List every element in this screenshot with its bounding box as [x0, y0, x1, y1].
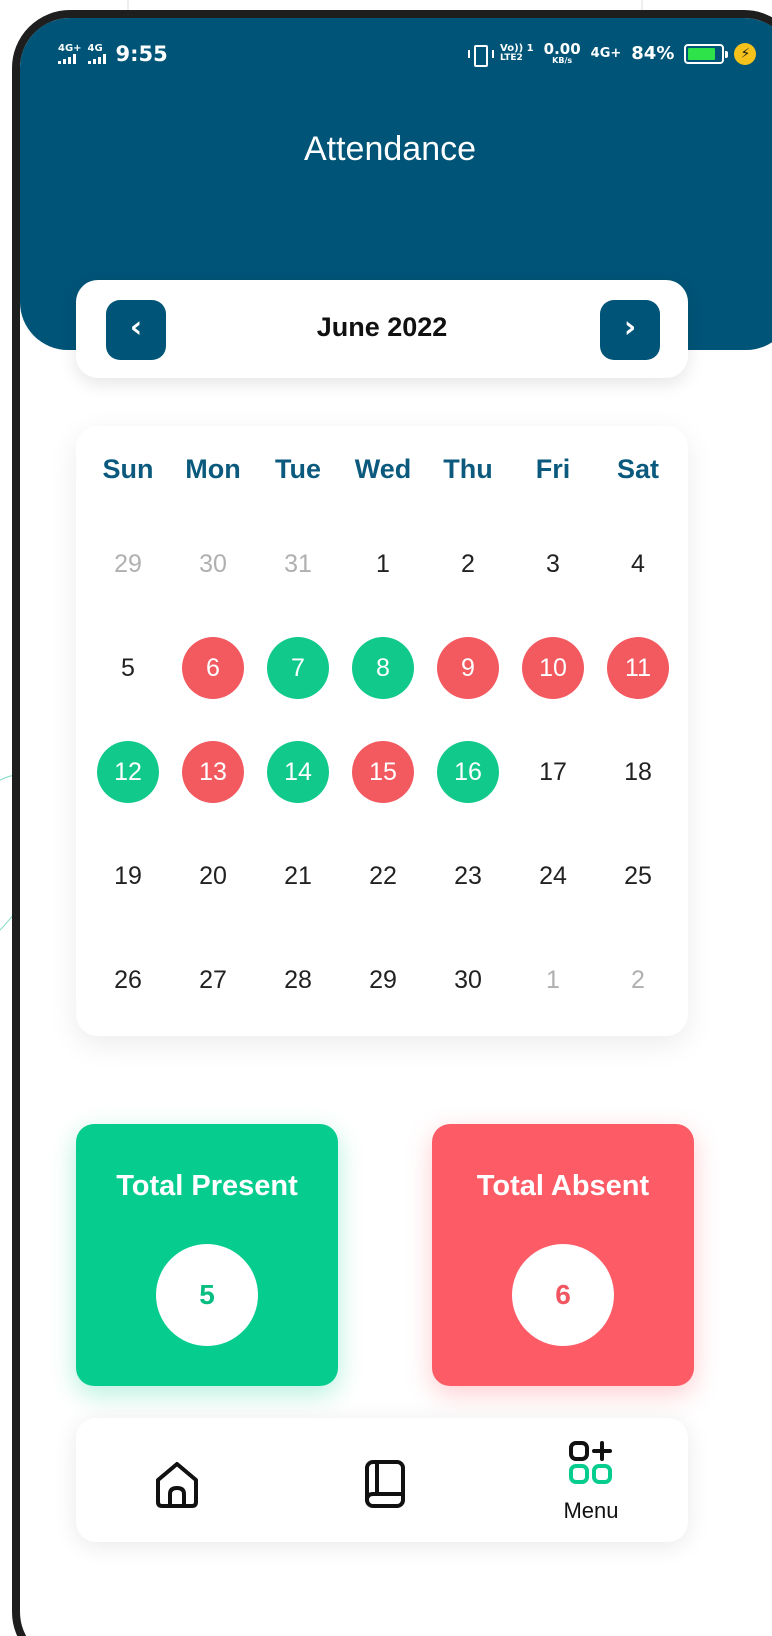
- nav-book-button[interactable]: [363, 1458, 407, 1510]
- day-present[interactable]: 14: [267, 741, 329, 803]
- status-right: Vo)) 1 LTE2 0.00 KB/s 4G+ 84% ⚡: [468, 40, 757, 67]
- weekday-label: Fri: [535, 454, 571, 484]
- day[interactable]: 2: [437, 533, 499, 595]
- day-absent[interactable]: 6: [182, 637, 244, 699]
- signal-icon: 4G: [87, 43, 106, 64]
- day[interactable]: 30: [437, 949, 499, 1011]
- day-outside-month[interactable]: 31: [267, 533, 329, 595]
- day-absent[interactable]: 15: [352, 741, 414, 803]
- nav-menu-button[interactable]: Menu: [546, 1440, 636, 1526]
- status-left: 4G+ 4G 9:55: [58, 42, 168, 66]
- day-absent[interactable]: 9: [437, 637, 499, 699]
- month-selector: ‹ June 2022 ›: [76, 280, 688, 378]
- day[interactable]: 24: [522, 845, 584, 907]
- battery-icon: [684, 43, 729, 64]
- day-absent[interactable]: 10: [522, 637, 584, 699]
- total-absent-card: Total Absent 6: [432, 1124, 694, 1386]
- day[interactable]: 26: [97, 949, 159, 1011]
- total-present-card: Total Present 5: [76, 1124, 338, 1386]
- total-absent-label: Total Absent: [476, 1170, 650, 1202]
- day[interactable]: 4: [607, 533, 669, 595]
- day[interactable]: 3: [522, 533, 584, 595]
- total-present-label: Total Present: [116, 1170, 298, 1202]
- day-present[interactable]: 7: [267, 637, 329, 699]
- day[interactable]: 28: [267, 949, 329, 1011]
- day[interactable]: 5: [97, 637, 159, 699]
- network-speed: 0.00 KB/s: [543, 40, 581, 65]
- signal-icon: 4G+: [58, 44, 82, 64]
- network-type-2: 4G: [87, 43, 103, 54]
- weekday-label: Tue: [275, 454, 321, 484]
- day[interactable]: 1: [352, 533, 414, 595]
- menu-grid-icon: [569, 1441, 612, 1484]
- nav-home-button[interactable]: [152, 1458, 202, 1510]
- day[interactable]: 17: [522, 741, 584, 803]
- day-outside-month[interactable]: 29: [97, 533, 159, 595]
- day[interactable]: 19: [97, 845, 159, 907]
- month-label: June 2022: [316, 312, 448, 342]
- day[interactable]: 27: [182, 949, 244, 1011]
- day-outside-month[interactable]: 1: [522, 949, 584, 1011]
- day[interactable]: 20: [182, 845, 244, 907]
- battery-percent: 84%: [631, 43, 675, 64]
- phone-frame: 4G+ 4G 9:55 Vo)) 1 LTE2 0.00 KB/s 4G+ 84…: [12, 10, 772, 1636]
- charging-icon: ⚡: [734, 42, 757, 65]
- day-present[interactable]: 16: [437, 741, 499, 803]
- chevron-right-icon: ›: [623, 310, 637, 345]
- network-type-1: 4G+: [58, 43, 82, 54]
- vibrate-icon: [468, 44, 494, 67]
- day-outside-month[interactable]: 2: [607, 949, 669, 1011]
- total-present-value: 5: [156, 1244, 258, 1346]
- day-absent[interactable]: 13: [182, 741, 244, 803]
- day-outside-month[interactable]: 30: [182, 533, 244, 595]
- day-present[interactable]: 8: [352, 637, 414, 699]
- network-type-3: 4G+: [590, 46, 622, 61]
- volte-indicator: Vo)) 1 LTE2: [500, 43, 534, 63]
- next-month-button[interactable]: ›: [600, 300, 660, 360]
- day[interactable]: 18: [607, 741, 669, 803]
- menu-label: Menu: [563, 1498, 619, 1523]
- day[interactable]: 21: [267, 845, 329, 907]
- day-present[interactable]: 12: [97, 741, 159, 803]
- weekday-label: Mon: [185, 454, 241, 484]
- day-absent[interactable]: 11: [607, 637, 669, 699]
- status-time: 9:55: [115, 42, 168, 66]
- day[interactable]: 29: [352, 949, 414, 1011]
- weekday-label: Wed: [354, 454, 412, 484]
- calendar-card: Sun Mon Tue Wed Thu Fri Sat 29 30 31 1 2 3 4 5 6 7 8 9 10 1…: [76, 426, 688, 1036]
- status-bar: 4G+ 4G 9:55 Vo)) 1 LTE2 0.00 KB/s 4G+ 84…: [20, 18, 772, 78]
- book-icon: [365, 1460, 405, 1508]
- day[interactable]: 23: [437, 845, 499, 907]
- weekday-label: Thu: [443, 454, 493, 484]
- total-absent-value: 6: [512, 1244, 614, 1346]
- page-title: Attendance: [303, 130, 477, 168]
- day[interactable]: 22: [352, 845, 414, 907]
- weekday-label: Sun: [102, 454, 154, 484]
- weekday-label: Sat: [616, 454, 660, 484]
- home-icon: [156, 1462, 198, 1508]
- bottom-navigation: Menu: [76, 1418, 688, 1542]
- day[interactable]: 25: [607, 845, 669, 907]
